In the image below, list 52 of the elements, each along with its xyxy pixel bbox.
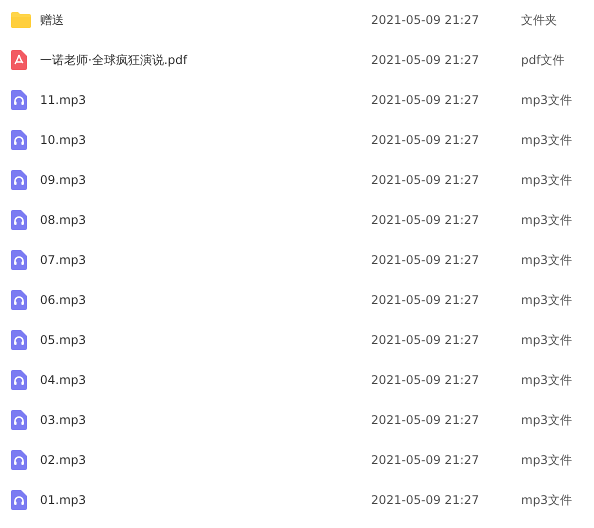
modified-date: 2021-05-09 21:27	[371, 93, 480, 107]
headphones-file-icon	[11, 290, 27, 310]
file-name[interactable]: 赠送	[40, 12, 371, 28]
file-type: mp3文件	[521, 252, 572, 268]
modified-date: 2021-05-09 21:27	[371, 213, 480, 227]
file-name[interactable]: 07.mp3	[40, 253, 371, 267]
headphones-file-icon	[11, 210, 27, 230]
file-name[interactable]: 10.mp3	[40, 133, 371, 147]
file-type: mp3文件	[521, 452, 572, 468]
file-type: mp3文件	[521, 92, 572, 108]
headphones-file-icon	[11, 330, 27, 350]
modified-date: 2021-05-09 21:27	[371, 333, 480, 347]
modified-date: 2021-05-09 21:27	[371, 13, 480, 27]
file-name[interactable]: 11.mp3	[40, 93, 371, 107]
file-type: mp3文件	[521, 372, 572, 388]
headphones-file-icon	[11, 170, 27, 190]
modified-date: 2021-05-09 21:27	[371, 413, 480, 427]
file-type: mp3文件	[521, 132, 572, 148]
headphones-file-icon	[11, 410, 27, 430]
file-name[interactable]: 09.mp3	[40, 173, 371, 187]
headphones-file-icon	[11, 490, 27, 510]
file-type: mp3文件	[521, 492, 572, 508]
pdf-file-icon	[11, 50, 27, 70]
file-name[interactable]: 04.mp3	[40, 373, 371, 387]
modified-date: 2021-05-09 21:27	[371, 293, 480, 307]
file-type: mp3文件	[521, 412, 572, 428]
file-type: 文件夹	[521, 12, 557, 28]
file-type: mp3文件	[521, 332, 572, 348]
file-name[interactable]: 05.mp3	[40, 333, 371, 347]
file-name[interactable]: 08.mp3	[40, 213, 371, 227]
modified-date: 2021-05-09 21:27	[371, 493, 480, 507]
headphones-file-icon	[11, 370, 27, 390]
headphones-file-icon	[11, 130, 27, 150]
modified-date: 2021-05-09 21:27	[371, 53, 480, 67]
headphones-file-icon	[11, 250, 27, 270]
file-name[interactable]: 一诺老师·全球疯狂演说.pdf	[40, 52, 371, 68]
modified-date: 2021-05-09 21:27	[371, 453, 480, 467]
file-name[interactable]: 06.mp3	[40, 293, 371, 307]
file-name[interactable]: 01.mp3	[40, 493, 371, 507]
file-type: mp3文件	[521, 212, 572, 228]
modified-date: 2021-05-09 21:27	[371, 173, 480, 187]
file-type: mp3文件	[521, 172, 572, 188]
file-type: pdf文件	[521, 52, 564, 68]
headphones-file-icon	[11, 90, 27, 110]
modified-date: 2021-05-09 21:27	[371, 253, 480, 267]
headphones-file-icon	[11, 450, 27, 470]
modified-date: 2021-05-09 21:27	[371, 133, 480, 147]
file-name[interactable]: 02.mp3	[40, 453, 371, 467]
file-type: mp3文件	[521, 292, 572, 308]
folder-icon	[11, 12, 31, 28]
file-name[interactable]: 03.mp3	[40, 413, 371, 427]
modified-date: 2021-05-09 21:27	[371, 373, 480, 387]
